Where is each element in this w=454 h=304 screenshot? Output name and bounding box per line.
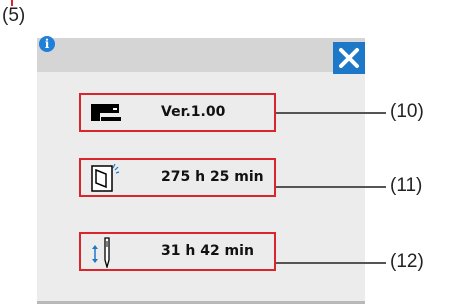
- power-time-value: 275 h 25 min: [161, 169, 264, 185]
- needle-time-box: 31 h 42 min: [79, 232, 276, 271]
- callout-5-label: (5): [2, 5, 26, 26]
- version-box: Ver.1.00: [79, 93, 276, 132]
- leader-line-10: [276, 112, 386, 114]
- close-button[interactable]: [333, 42, 365, 74]
- needle-time-value: 31 h 42 min: [161, 243, 254, 259]
- leader-line-12: [276, 262, 386, 264]
- info-icon: i: [39, 36, 55, 52]
- version-value: Ver.1.00: [161, 104, 226, 120]
- callout-12-label: (12): [390, 251, 424, 272]
- sewing-machine-icon: [91, 104, 121, 121]
- power-time-box: 275 h 25 min: [79, 158, 276, 197]
- callout-10-label: (10): [390, 101, 424, 122]
- leader-line-11: [276, 186, 386, 188]
- dialog-titlebar: [37, 38, 365, 72]
- power-switch-icon: [91, 163, 120, 192]
- needle-icon: [92, 237, 110, 268]
- callout-11-label: (11): [390, 175, 423, 196]
- close-icon: [339, 48, 359, 68]
